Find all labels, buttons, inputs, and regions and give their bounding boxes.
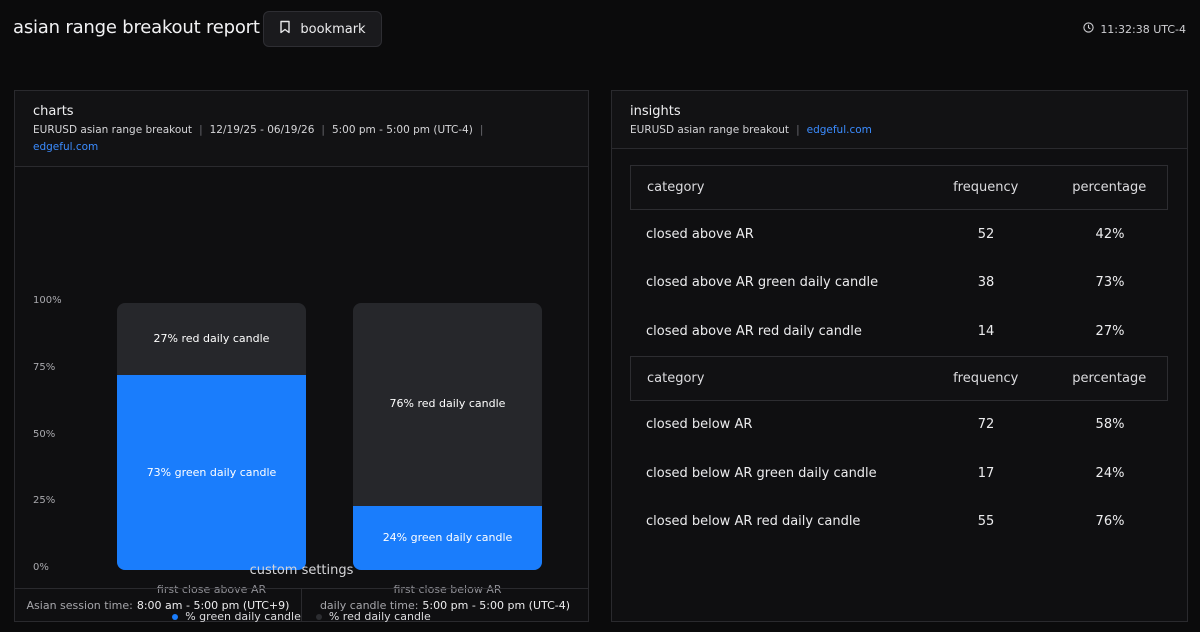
table-row: closed above AR red daily candle 14 27% (630, 307, 1168, 356)
custom-settings-bar: Asian session time: 8:00 am - 5:00 pm (U… (15, 588, 588, 622)
y-tick-label: 50% (33, 428, 56, 440)
bar-data-label-red: 27% red daily candle (153, 332, 270, 346)
table-cell: 27% (1095, 323, 1125, 339)
table-cell: 42% (1095, 226, 1125, 242)
insights-panel: insights EURUSD asian range breakout | edg… (611, 90, 1188, 622)
table-cell: 24% (1095, 465, 1125, 481)
bar-red-segment (353, 303, 542, 570)
setting-value: 5:00 pm - 5:00 pm (UTC-4) (422, 599, 571, 612)
bookmark-label: bookmark (300, 21, 366, 37)
table-cell: closed above AR red daily candle (646, 323, 862, 339)
setting-value: 8:00 am - 5:00 pm (UTC+9) (136, 599, 290, 612)
table-header: category frequency percentage (630, 355, 1168, 401)
table-cell: 73% (1095, 275, 1125, 291)
charts-session: 5:00 pm - 5:00 pm (UTC-4) (331, 124, 473, 136)
setting-key: Asian session time: (26, 599, 133, 612)
charts-panel-subtitle: EURUSD asian range breakout | 12/19/25 - 0… (33, 122, 570, 156)
insights-panel-title: insights (630, 104, 681, 119)
y-tick-label: 25% (33, 495, 56, 507)
table-cell: 14 (977, 323, 995, 339)
custom-settings-title: custom settings (249, 563, 354, 578)
daily-candle-setting[interactable]: daily candle time: 5:00 pm - 5:00 pm (UT… (301, 589, 588, 622)
table-cell: closed below AR green daily candle (646, 465, 877, 481)
y-tick-label: 100% (33, 295, 62, 306)
charts-date-range: 12/19/25 - 06/19/26 (209, 124, 315, 136)
divider: | (321, 124, 325, 136)
insights-panel-header: insights EURUSD asian range breakout | edg… (612, 91, 1187, 149)
bar-column[interactable]: 76% red daily candle 24% green daily cand… (353, 303, 542, 570)
divider: | (796, 124, 800, 136)
table-header: category frequency percentage (630, 165, 1168, 210)
bar-data-label-red: 76% red daily candle (389, 397, 506, 411)
table-cell: closed above AR green daily candle (646, 275, 879, 291)
table-row: closed above AR green daily candle 38 73% (630, 259, 1168, 308)
clock: 11:32:38 UTC-4 (1083, 22, 1186, 36)
table-cell: 38 (977, 275, 995, 291)
insights-edgeful-link[interactable]: edgeful.com (807, 124, 872, 136)
bookmark-icon (279, 20, 291, 38)
insights-tables: category frequency percentage closed above … (630, 165, 1168, 546)
stacked-bar-chart: 100% 75% 50% 25% 0% 27% red daily candle 73% … (15, 191, 588, 623)
divider: | (199, 124, 203, 136)
page-title: asian range breakout report (13, 17, 260, 38)
table-cell: 58% (1095, 417, 1125, 433)
charts-panel: charts EURUSD asian range breakout | 12/19… (14, 90, 589, 623)
table-row: closed above AR 52 42% (630, 210, 1168, 259)
column-header: category (647, 370, 705, 386)
table-row: closed below AR 72 58% (630, 401, 1168, 450)
column-header: percentage (1072, 370, 1147, 386)
table-cell: closed above AR (646, 226, 754, 242)
table-cell: closed below AR red daily candle (646, 514, 861, 530)
table-cell: 52 (977, 226, 995, 242)
setting-key: daily candle time: (319, 599, 419, 612)
column-header: category (647, 180, 705, 195)
table-cell: 72 (977, 417, 995, 433)
column-header: frequency (953, 180, 1019, 195)
column-header: percentage (1072, 180, 1147, 195)
top-bar: asian range breakout report bookmark 11:… (0, 0, 1200, 60)
asian-session-setting[interactable]: Asian session time: 8:00 am - 5:00 pm (U… (15, 589, 301, 622)
table-cell: 17 (977, 465, 995, 481)
bar-column[interactable]: 27% red daily candle 73% green daily cand… (117, 303, 306, 570)
bar-data-label-green: 73% green daily candle (146, 465, 277, 479)
y-tick-label: 75% (33, 361, 56, 373)
divider: | (479, 124, 484, 136)
clock-icon (1083, 22, 1094, 36)
column-header: frequency (953, 370, 1019, 386)
table-cell: 76% (1095, 514, 1125, 530)
clock-time: 11:32:38 UTC-4 (1100, 22, 1186, 36)
table-cell: 55 (977, 514, 995, 530)
table-row: closed below AR red daily candle 55 76% (630, 498, 1168, 547)
bookmark-button[interactable]: bookmark (263, 11, 382, 47)
charts-instrument: EURUSD asian range breakout (33, 124, 193, 136)
charts-panel-header: charts EURUSD asian range breakout | 12/19… (15, 91, 588, 167)
table-row: closed below AR green daily candle 17 24% (630, 449, 1168, 498)
bar-data-label-green: 24% green daily candle (382, 530, 513, 544)
charts-panel-title: charts (33, 104, 74, 119)
charts-edgeful-link[interactable]: edgeful.com (33, 141, 98, 153)
insights-panel-subtitle: EURUSD asian range breakout | edgeful.com (630, 122, 1169, 139)
insights-instrument: EURUSD asian range breakout (630, 124, 790, 136)
table-cell: closed below AR (646, 417, 753, 433)
